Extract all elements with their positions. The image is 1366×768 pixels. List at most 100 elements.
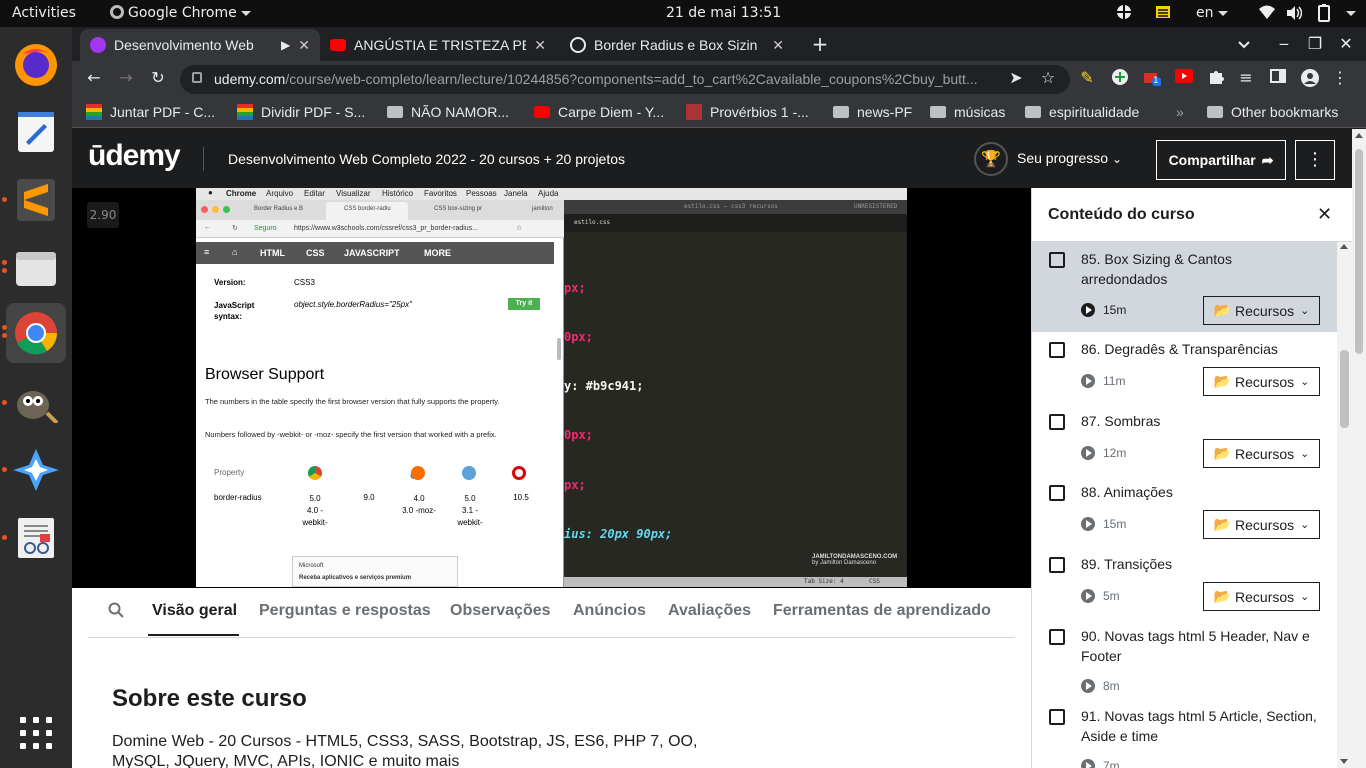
side-panel-icon[interactable] [1266,68,1290,87]
document-viewer-launcher[interactable] [2,508,66,568]
bookmark-label: músicas [954,104,1006,120]
scroll-up-icon[interactable] [1355,133,1363,138]
lecture-item-89[interactable]: 89. Transições 5m 📂 Recursos ⌄ [1032,547,1337,619]
bible-favicon [686,104,702,120]
sublime-text-launcher[interactable] [2,170,66,230]
lecture-item-90[interactable]: 90. Novas tags html 5 Header, Nav e Foot… [1032,619,1337,699]
sidebar-scrollbar[interactable] [1337,242,1352,768]
bookmark-news-pf[interactable]: news-PF [833,104,912,120]
resources-button[interactable]: 📂 Recursos ⌄ [1203,582,1320,611]
lecture-item-88[interactable]: 88. Animações 15m 📂 Recursos ⌄ [1032,475,1337,547]
volume-icon[interactable] [1286,5,1303,25]
back-icon[interactable]: ← [82,68,106,87]
bookmark-espiritualidade[interactable]: espiritualidade [1025,104,1139,120]
tab-reviews[interactable]: Avaliações [668,602,751,620]
more-bookmarks-icon[interactable]: » [1176,104,1184,120]
lecture-checkbox[interactable] [1049,342,1065,358]
send-to-devices-icon[interactable]: ➤ [1004,68,1028,87]
tab-qa[interactable]: Perguntas e respostas [259,602,431,620]
progress-trophy-icon[interactable]: 🏆 [974,142,1008,176]
lecture-checkbox[interactable] [1049,485,1065,501]
lecture-checkbox[interactable] [1049,709,1065,725]
system-menu[interactable] [1342,5,1356,21]
close-tab-icon[interactable]: ✕ [534,37,546,54]
profile-avatar[interactable] [1298,68,1322,92]
browser-tab-w3schools[interactable]: Border Radius e Box Sizin ✕ [560,29,794,61]
gift-extension-icon[interactable]: 1 [1140,68,1164,90]
chrome-menu-icon[interactable]: ⋮ [1328,68,1352,87]
page-scroll-thumb[interactable] [1355,149,1363,354]
extensions-puzzle-icon[interactable] [1204,68,1228,88]
lecture-item-86[interactable]: 86. Degradês & Transparências 11m 📂 Recur… [1032,332,1337,404]
clock[interactable]: 21 de mai 13:51 [666,5,781,21]
maximize-window-icon[interactable]: ❐ [1303,34,1327,53]
media-control-icon[interactable]: ≡ [1234,68,1258,87]
lecture-checkbox[interactable] [1049,414,1065,430]
video-player[interactable]: 2.90 ● Chrome Arquivo Editar Visualizar … [72,188,1031,588]
sidebar-scroll-down-icon[interactable] [1340,759,1348,764]
battery-icon[interactable] [1318,4,1330,26]
bookmark-nao-namor[interactable]: NÃO NAMOR... [387,104,509,120]
add-extension-icon[interactable] [1108,68,1132,90]
inner-tab: CSS box-sizing pr [434,206,483,212]
share-button[interactable]: Compartilhar ➦ [1156,140,1286,180]
tab-search-icon[interactable] [1232,34,1256,53]
lecture-checkbox[interactable] [1049,557,1065,573]
lecture-checkbox[interactable] [1049,629,1065,645]
bookmark-carpe-diem[interactable]: Carpe Diem - Y... [534,104,664,120]
show-applications-button[interactable] [20,717,52,753]
new-tab-icon[interactable]: + [808,32,832,56]
highlighter-extension-icon[interactable]: ✎ [1075,68,1099,87]
wifi-icon[interactable] [1258,5,1276,24]
search-icon[interactable] [108,602,124,623]
reload-icon[interactable]: ↻ [146,68,170,87]
youtube-extension-icon[interactable] [1172,68,1196,87]
chrome-launcher[interactable] [2,303,66,363]
input-language[interactable]: en [1196,5,1228,21]
minimize-window-icon[interactable]: ‒ [1272,34,1296,53]
bookmark-other[interactable]: Other bookmarks [1207,104,1338,120]
close-tab-icon[interactable]: ✕ [772,37,784,54]
resources-button[interactable]: 📂 Recursos ⌄ [1203,439,1320,468]
tab-notes[interactable]: Observações [450,602,551,620]
launcher-star-app[interactable] [2,440,66,500]
lecture-item-91[interactable]: 91. Novas tags html 5 Article, Section, … [1032,699,1337,768]
files-launcher[interactable] [2,238,66,298]
sidebar-scroll-thumb[interactable] [1340,350,1349,428]
notes-icon[interactable] [1155,4,1171,24]
address-bar[interactable]: udemy.com/course/web-completo/learn/lect… [180,65,1070,94]
udemy-logo[interactable]: ūdemy [88,139,181,173]
firefox-launcher[interactable] [6,35,66,95]
course-title[interactable]: Desenvolvimento Web Completo 2022 - 20 c… [228,151,625,167]
browser-tab-youtube[interactable]: ANGÚSTIA E TRISTEZA PE ✕ [320,29,556,61]
close-window-icon[interactable]: ✕ [1334,34,1358,53]
more-options-button[interactable]: ⋮ [1295,140,1335,180]
bookmark-musicas[interactable]: músicas [930,104,1005,120]
text-editor-launcher[interactable] [6,102,66,162]
browser-tab-udemy[interactable]: Desenvolvimento Web ▶ ✕ [80,29,320,61]
activities-button[interactable]: Activities [12,5,76,21]
page-scrollbar[interactable] [1352,129,1366,768]
resources-button[interactable]: 📂 Recursos ⌄ [1203,510,1320,539]
lecture-item-85[interactable]: 85. Box Sizing & Cantos arredondados 15m… [1032,242,1337,332]
lecture-checkbox[interactable] [1049,252,1065,268]
tab-learning-tools[interactable]: Ferramentas de aprendizado [773,602,991,620]
close-tab-icon[interactable]: ✕ [298,37,310,54]
tab-announcements[interactable]: Anúncios [573,602,646,620]
forward-icon[interactable]: → [114,68,138,87]
close-sidebar-icon[interactable]: ✕ [1317,204,1332,225]
bookmark-juntar-pdf[interactable]: Juntar PDF - C... [86,104,215,120]
lecture-item-87[interactable]: 87. Sombras 12m 📂 Recursos ⌄ [1032,404,1337,475]
sidebar-scroll-up-icon[interactable] [1340,244,1348,249]
progress-menu[interactable]: Seu progresso ⌄ [1017,150,1122,166]
resources-button[interactable]: 📂 Recursos ⌄ [1203,296,1320,325]
bookmark-dividir-pdf[interactable]: Dividir PDF - S... [237,104,365,120]
network-status-icon[interactable] [1116,4,1132,24]
tab-overview[interactable]: Visão geral [152,602,237,620]
resources-button[interactable]: 📂 Recursos ⌄ [1203,367,1320,396]
gimp-launcher[interactable] [2,373,66,433]
bookmark-proverbios[interactable]: Provérbios 1 -... [686,104,809,120]
playback-speed-badge[interactable]: 2.90 [87,202,119,228]
bookmark-star-icon[interactable]: ☆ [1036,68,1060,87]
app-menu[interactable]: Google Chrome [110,5,251,21]
